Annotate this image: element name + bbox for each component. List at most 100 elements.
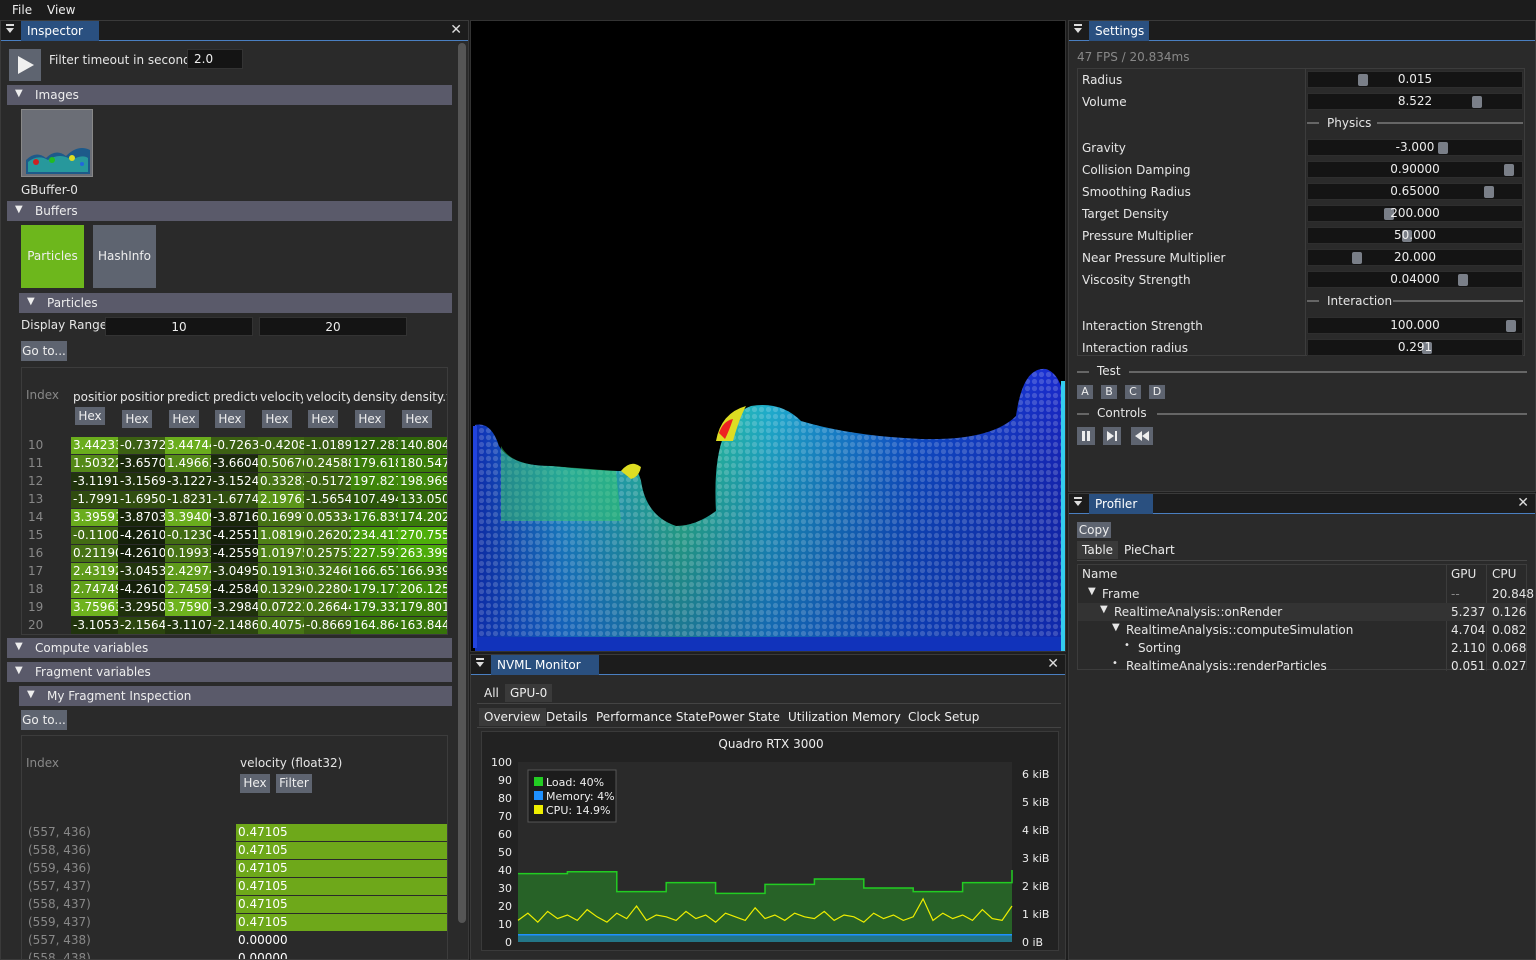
gbuffer-thumbnail[interactable] xyxy=(21,109,93,177)
simulation-viewport[interactable] xyxy=(470,20,1066,652)
fragment-row-index: (558, 437) xyxy=(28,897,91,911)
hex-button[interactable]: Hex xyxy=(215,410,245,428)
hex-button[interactable]: Hex xyxy=(122,410,152,428)
copy-button[interactable]: Copy xyxy=(1077,522,1111,538)
window-menu-icon[interactable] xyxy=(475,658,485,668)
table-cell: 0.21190 xyxy=(71,545,118,562)
close-icon[interactable]: ✕ xyxy=(1047,656,1059,672)
setting-slider[interactable]: 0.90000 xyxy=(1307,161,1523,178)
buffers-header[interactable]: ▼ Buffers xyxy=(7,201,452,221)
table-column-header: position xyxy=(120,390,164,404)
table-cell: 270.755 xyxy=(398,527,448,544)
hex-button[interactable]: Hex xyxy=(75,407,105,425)
nvml-subtab-clock-setup[interactable]: Clock Setup xyxy=(903,708,984,726)
frag-hex-button[interactable]: Hex xyxy=(240,774,270,793)
setting-slider[interactable]: 20.000 xyxy=(1307,249,1523,266)
play-button[interactable] xyxy=(9,49,41,81)
profiler-row[interactable]: ▼ Frame -- 20.848 xyxy=(1078,585,1534,603)
table-row-index: 14 xyxy=(28,510,44,524)
hex-button[interactable]: Hex xyxy=(308,410,338,428)
setting-slider[interactable]: -3.000 xyxy=(1307,139,1523,156)
hex-button[interactable]: Hex xyxy=(262,410,292,428)
fragment-goto-button[interactable]: Go to... xyxy=(21,710,67,730)
setting-value: 0.291 xyxy=(1397,340,1433,354)
particles-header[interactable]: ▼ Particles xyxy=(19,293,452,313)
physics-sep-right xyxy=(1377,122,1523,124)
profiler-tab[interactable]: Profiler xyxy=(1089,494,1153,514)
nvml-subtab-details[interactable]: Details xyxy=(541,708,593,726)
buffer-particles-button[interactable]: Particles xyxy=(21,225,84,288)
hex-button[interactable]: Hex xyxy=(402,410,432,428)
close-icon[interactable]: ✕ xyxy=(1517,495,1529,511)
nvml-subtab-memory[interactable]: Memory xyxy=(847,708,906,726)
test-button-d[interactable]: D xyxy=(1149,385,1165,399)
inspector-tab[interactable]: Inspector xyxy=(21,21,99,41)
slider-knob[interactable] xyxy=(1458,274,1468,286)
hex-button[interactable]: Hex xyxy=(355,410,385,428)
range-to-input[interactable]: 20 xyxy=(259,317,407,336)
setting-slider[interactable]: 0.015 xyxy=(1307,71,1523,88)
menu-file[interactable]: File xyxy=(12,3,32,17)
test-button-a[interactable]: A xyxy=(1077,385,1093,399)
slider-knob[interactable] xyxy=(1438,142,1448,154)
y2-tick-label: 2 kiB xyxy=(1022,880,1049,893)
slider-knob[interactable] xyxy=(1504,164,1514,176)
bullet-icon: • xyxy=(1112,658,1118,669)
test-button-c[interactable]: C xyxy=(1125,385,1141,399)
fragment-inspection-header[interactable]: ▼ My Fragment Inspection xyxy=(19,686,452,706)
slider-knob[interactable] xyxy=(1352,252,1362,264)
hex-button[interactable]: Hex xyxy=(169,410,199,428)
profiler-row-name: Sorting xyxy=(1138,641,1182,655)
nvml-tab-gpu0[interactable]: GPU-0 xyxy=(505,684,553,702)
slider-knob[interactable] xyxy=(1358,74,1368,86)
window-menu-icon[interactable] xyxy=(1073,24,1083,34)
table-cell: 176.839 xyxy=(351,509,398,526)
test-button-b[interactable]: B xyxy=(1101,385,1117,399)
setting-slider[interactable]: 100.000 xyxy=(1307,317,1523,334)
fragment-row-index: (558, 436) xyxy=(28,843,91,857)
setting-slider[interactable]: 50.000 xyxy=(1307,227,1523,244)
fragment-variables-label: Fragment variables xyxy=(35,665,151,679)
compute-variables-header[interactable]: ▼ Compute variables xyxy=(7,638,452,658)
close-icon[interactable]: ✕ xyxy=(450,22,462,38)
images-header[interactable]: ▼ Images xyxy=(7,85,452,105)
goto-button[interactable]: Go to... xyxy=(21,341,67,361)
pause-button[interactable] xyxy=(1077,427,1095,445)
setting-slider[interactable]: 8.522 xyxy=(1307,93,1523,110)
slider-knob[interactable] xyxy=(1506,320,1516,332)
setting-slider[interactable]: 200.000 xyxy=(1307,205,1523,222)
profiler-tab-piechart[interactable]: PieChart xyxy=(1119,541,1180,559)
nvml-subtab-overview[interactable]: Overview xyxy=(479,708,546,726)
settings-tab[interactable]: Settings xyxy=(1089,21,1149,41)
setting-slider[interactable]: 0.291 xyxy=(1307,339,1523,356)
profiler-tab-table[interactable]: Table xyxy=(1077,541,1119,559)
window-menu-icon[interactable] xyxy=(5,24,15,34)
step-button[interactable] xyxy=(1103,427,1121,445)
profiler-row[interactable]: ▼ RealtimeAnalysis::computeSimulation 4.70… xyxy=(1078,621,1526,639)
expand-arrow-icon[interactable]: ▼ xyxy=(1112,622,1120,633)
nvml-subtab-power-state[interactable]: Power State xyxy=(703,708,785,726)
nvml-subtab-utilization[interactable]: Utilization xyxy=(783,708,853,726)
frag-filter-button[interactable]: Filter xyxy=(276,774,312,793)
expand-arrow-icon[interactable]: ▼ xyxy=(1100,604,1108,615)
fragment-variables-header[interactable]: ▼ Fragment variables xyxy=(7,662,452,682)
nvml-subtab-performance-state[interactable]: Performance State xyxy=(591,708,713,726)
setting-slider[interactable]: 0.65000 xyxy=(1307,183,1523,200)
profiler-row[interactable]: • Sorting 2.110 0.068 xyxy=(1078,639,1526,657)
setting-slider[interactable]: 0.04000 xyxy=(1307,271,1523,288)
expand-arrow-icon[interactable]: ▼ xyxy=(1088,586,1096,597)
table-row-index: 12 xyxy=(28,474,44,488)
rewind-button[interactable] xyxy=(1131,427,1153,445)
filter-timeout-input[interactable]: 2.0 xyxy=(187,49,243,69)
profiler-row[interactable]: ▼ RealtimeAnalysis::onRender 5.237 0.126 xyxy=(1078,603,1526,621)
inspector-scrollbar[interactable] xyxy=(458,43,466,923)
slider-knob[interactable] xyxy=(1472,96,1482,108)
range-from-input[interactable]: 10 xyxy=(105,317,253,336)
buffer-hashinfo-button[interactable]: HashInfo xyxy=(93,225,156,288)
profiler-row[interactable]: • RealtimeAnalysis::renderParticles 0.051 0… xyxy=(1078,657,1526,675)
nvml-tab[interactable]: NVML Monitor xyxy=(491,655,599,675)
nvml-tab-all[interactable]: All xyxy=(479,684,504,702)
window-menu-icon[interactable] xyxy=(1073,497,1083,507)
slider-knob[interactable] xyxy=(1484,186,1494,198)
menu-view[interactable]: View xyxy=(47,3,75,17)
